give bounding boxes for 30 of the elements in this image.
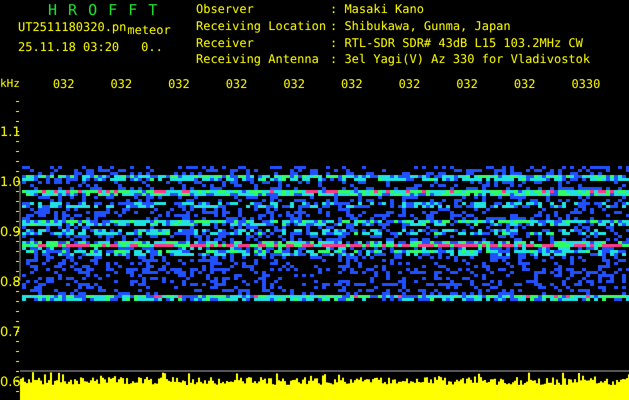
file-datetime: 25.11.18 03:20 <box>18 40 120 55</box>
time-label: 032 <box>110 77 134 91</box>
unit-label: kHz <box>0 77 21 90</box>
file-value: 0.. <box>141 40 163 55</box>
axis-label: 0.7 <box>0 325 21 340</box>
info-value: : RTL-SDR SDR# 43dB L15 103.2MHz CW <box>330 36 584 52</box>
info-value: : 3el Yagi(V) Az 330 for Vladivostok <box>330 53 590 68</box>
info-value: : Shibukawa, Gunma, Japan <box>330 20 512 35</box>
file-name: UT2511180320.pn <box>18 20 126 36</box>
info-label: Receiving Antenna <box>196 53 320 68</box>
time-label: 032 <box>456 77 479 91</box>
axis-label: 1.0 <box>0 175 21 190</box>
time-label: 032 <box>168 77 191 91</box>
file-tag: meteor <box>127 23 171 38</box>
time-label: 032 <box>52 77 76 91</box>
time-label: 032 <box>514 77 536 91</box>
time-label: 032 <box>340 77 364 91</box>
info-label: Receiving Location <box>196 20 328 35</box>
time-label: 032 <box>283 77 306 91</box>
time-label: 0330 <box>571 77 602 91</box>
info-value: : Masaki Kano <box>330 3 425 18</box>
axis-label: 0.9 <box>0 225 21 240</box>
axis-label: 0.6 <box>0 375 21 390</box>
app-title: H R O F F T <box>47 3 160 18</box>
time-label: 032 <box>398 77 422 91</box>
axis-label: 1.1 <box>0 125 21 140</box>
info-label: Observer <box>196 3 255 18</box>
time-label: 032 <box>226 77 248 91</box>
axis-label: 0.8 <box>0 275 21 290</box>
info-label: Receiver <box>196 36 255 52</box>
